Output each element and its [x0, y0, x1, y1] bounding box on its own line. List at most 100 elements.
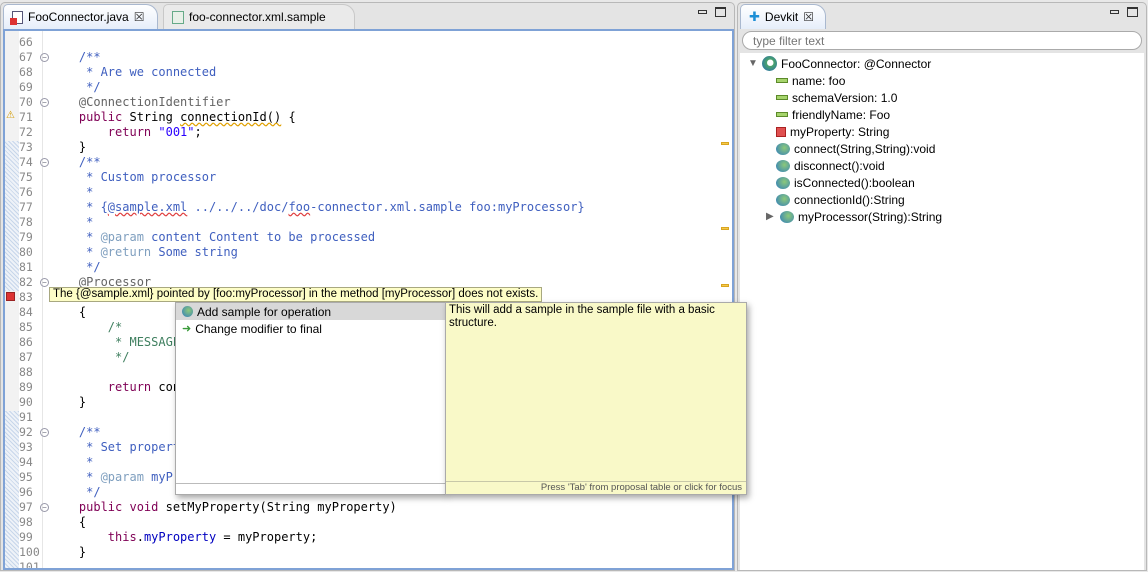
line-number: 83: [19, 290, 33, 304]
minimize-button[interactable]: [698, 10, 707, 14]
code-token: *: [50, 470, 101, 484]
tree-item[interactable]: disconnect():void: [776, 157, 885, 174]
code-line: *: [50, 455, 93, 470]
code-token: {: [50, 515, 87, 529]
tree-item[interactable]: connectionId():String: [776, 191, 905, 208]
code-line: */: [50, 260, 101, 275]
tree-item[interactable]: connect(String,String):void: [776, 140, 935, 157]
code-token: @param: [100, 230, 144, 244]
code-line: * {@sample.xml ../../../doc/foo-connecto…: [50, 200, 585, 215]
error-tooltip: The {@sample.xml} pointed by [foo:myProc…: [49, 287, 543, 302]
fold-toggle-icon[interactable]: −: [40, 98, 49, 107]
code-token: this: [50, 530, 137, 544]
tab-label: foo-connector.xml.sample: [189, 10, 326, 24]
devkit-view: ✚ Devkit ☒ ▼ FooConnector: @Connector name…: [737, 2, 1147, 571]
tree-item-label: isConnected():boolean: [794, 175, 915, 190]
tab-foo-connector-xml-sample[interactable]: foo-connector.xml.sample: [163, 4, 355, 29]
line-number: 69: [19, 80, 33, 94]
devkit-tree[interactable]: ▼ FooConnector: @Connector name: foo schema…: [740, 53, 1144, 570]
processor-icon: [780, 210, 794, 223]
warning-marker[interactable]: [721, 227, 729, 230]
code-token: Some string: [151, 245, 238, 259]
property-icon: [776, 112, 788, 117]
code-token: */: [50, 260, 101, 274]
collapse-arrow-icon[interactable]: ▶: [766, 211, 776, 222]
tree-item[interactable]: isConnected():boolean: [776, 174, 915, 191]
code-line: * MESSAGE: [50, 335, 180, 350]
code-token: @sample.xml: [107, 200, 188, 214]
tree-item[interactable]: friendlyName: Foo: [776, 106, 890, 123]
tree-item[interactable]: myProperty: String: [776, 123, 889, 140]
close-tab-icon[interactable]: ☒: [134, 10, 145, 24]
code-token: setMyProperty(String myProperty): [165, 500, 397, 514]
line-number: 78: [19, 215, 33, 229]
warning-marker[interactable]: [721, 142, 729, 145]
line-number: 85: [19, 320, 33, 334]
method-icon: [776, 142, 790, 155]
code-token: connectionId(): [180, 110, 282, 124]
proposal-info-panel[interactable]: This will add a sample in the sample fil…: [445, 302, 747, 495]
code-token: myProperty: [143, 530, 217, 544]
line-number: 91: [19, 410, 33, 424]
line-number: 101: [19, 560, 40, 570]
proposal-label: Change modifier to final: [195, 321, 322, 336]
tree-item-label: FooConnector: @Connector: [781, 56, 932, 71]
fold-toggle-icon[interactable]: −: [40, 503, 49, 512]
code-token: @return: [100, 245, 152, 259]
code-line: public void setMyProperty(String myPrope…: [50, 500, 397, 515]
line-number: 87: [19, 350, 33, 364]
warning-icon[interactable]: ⚠: [6, 110, 15, 121]
fold-toggle-icon[interactable]: −: [40, 428, 49, 437]
code-token: /*: [50, 320, 123, 334]
fold-toggle-icon[interactable]: −: [40, 278, 49, 287]
code-line: * @param content Content to be processed: [50, 230, 375, 245]
error-quickfix-icon[interactable]: [6, 292, 15, 301]
maximize-button[interactable]: [715, 7, 726, 17]
warning-marker[interactable]: [721, 284, 729, 287]
connector-icon: [762, 56, 777, 71]
tree-item[interactable]: ▶ myProcessor(String):String: [766, 208, 942, 225]
fold-toggle-icon[interactable]: −: [40, 53, 49, 62]
code-token: *: [50, 230, 101, 244]
minimize-button[interactable]: [1110, 10, 1119, 14]
maximize-button[interactable]: [1127, 7, 1138, 17]
quickfix-proposal-list[interactable]: Add sample for operation ➜ Change modifi…: [175, 302, 446, 495]
expand-arrow-icon[interactable]: ▼: [748, 58, 758, 69]
code-line: * @param myPr: [50, 470, 180, 485]
tree-item-label: connectionId():String: [794, 192, 905, 207]
method-icon: [776, 176, 790, 189]
code-token: @param: [100, 470, 144, 484]
line-number: 80: [19, 245, 33, 259]
proposal-add-sample[interactable]: Add sample for operation: [176, 303, 445, 320]
line-number: 86: [19, 335, 33, 349]
field-icon: [776, 126, 786, 137]
code-line: /**: [50, 50, 101, 65]
proposal-info-footer: Press 'Tab' from proposal table or click…: [446, 481, 746, 494]
tree-item[interactable]: schemaVersion: 1.0: [776, 89, 897, 106]
tree-item-label: disconnect():void: [794, 158, 885, 173]
devkit-add-icon: [182, 306, 193, 317]
code-line: public String connectionId() {: [50, 110, 296, 125]
tree-item[interactable]: name: foo: [776, 72, 845, 89]
code-token: /**: [50, 155, 101, 169]
proposal-label: Add sample for operation: [197, 304, 332, 319]
code-token: */: [50, 80, 101, 94]
line-number: 72: [19, 125, 33, 139]
fold-toggle-icon[interactable]: −: [40, 158, 49, 167]
close-tab-icon[interactable]: ☒: [803, 10, 814, 24]
code-line: }: [50, 140, 86, 155]
tab-fooconnector-java[interactable]: FooConnector.java ☒: [3, 4, 158, 29]
code-line: */: [50, 485, 100, 500]
code-token: = myProperty;: [216, 530, 318, 544]
code-token: public void: [50, 500, 166, 514]
code-token: * Custom processor: [50, 170, 217, 184]
code-token: }: [50, 545, 87, 559]
tab-devkit[interactable]: ✚ Devkit ☒: [740, 4, 826, 29]
filter-input[interactable]: [742, 31, 1142, 50]
code-token: .: [136, 530, 144, 544]
code-line: /*: [50, 320, 122, 335]
proposal-change-modifier[interactable]: ➜ Change modifier to final: [176, 320, 445, 337]
code-token: */: [50, 350, 130, 364]
puzzle-icon: ✚: [749, 9, 760, 24]
tree-item[interactable]: ▼ FooConnector: @Connector: [748, 55, 931, 72]
